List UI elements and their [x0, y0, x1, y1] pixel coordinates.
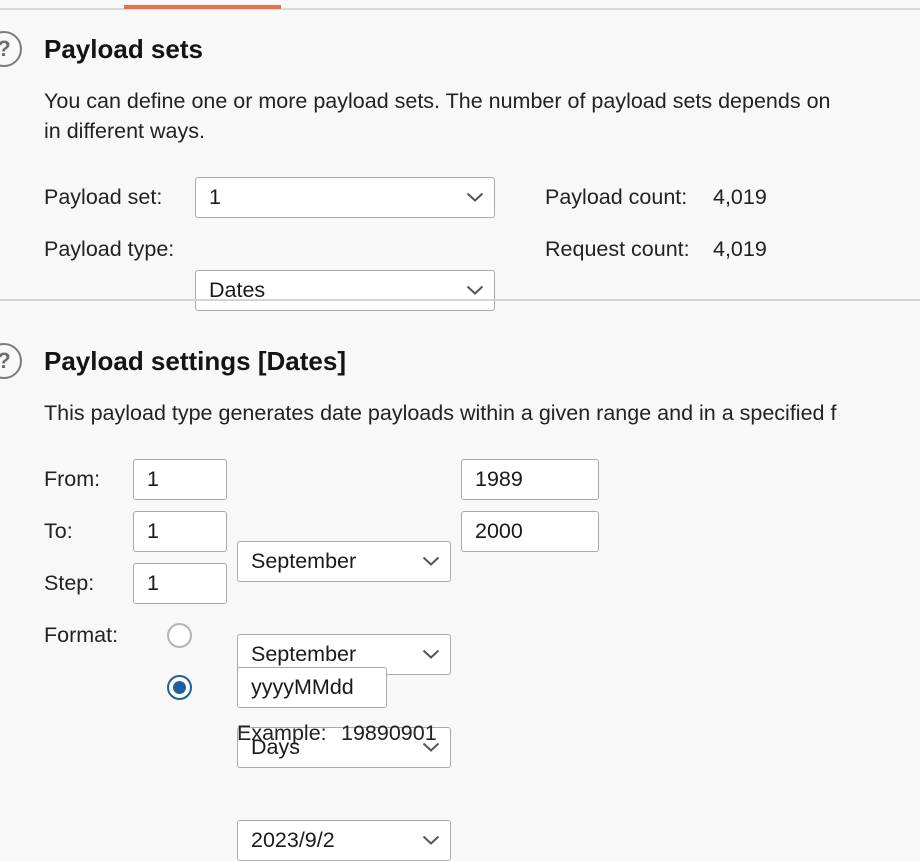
- to-day-value: 1: [147, 519, 159, 543]
- format-custom-radio[interactable]: [167, 675, 192, 700]
- to-year-value: 2000: [475, 519, 523, 543]
- from-month-dropdown[interactable]: September: [237, 541, 451, 582]
- format-custom-input[interactable]: yyyyMMdd: [237, 667, 387, 708]
- to-label: To:: [44, 519, 73, 543]
- payload-set-value: 1: [209, 185, 221, 209]
- format-preset-value: 2023/9/2: [251, 828, 335, 852]
- payload-type-dropdown[interactable]: Dates: [195, 270, 495, 311]
- chevron-down-icon: [422, 835, 440, 845]
- to-day-input[interactable]: 1: [133, 511, 227, 552]
- payload-count-value: 4,019: [713, 185, 767, 209]
- from-month-value: September: [251, 549, 357, 573]
- help-icon[interactable]: ?: [0, 31, 22, 67]
- payload-settings-title: Payload settings [Dates]: [44, 346, 346, 376]
- payload-sets-description-line1: You can define one or more payload sets.…: [44, 89, 831, 113]
- example-label: Example:: [237, 721, 327, 745]
- from-label: From:: [44, 467, 101, 491]
- step-value: 1: [147, 571, 159, 595]
- payload-set-label: Payload set:: [44, 185, 163, 209]
- payload-set-dropdown[interactable]: 1: [195, 177, 495, 218]
- example-value: 19890901: [341, 721, 437, 745]
- to-month-value: September: [251, 642, 357, 666]
- from-year-value: 1989: [475, 467, 523, 491]
- payload-sets-title: Payload sets: [44, 34, 203, 64]
- format-custom-value: yyyyMMdd: [251, 675, 354, 699]
- from-day-value: 1: [147, 467, 159, 491]
- format-preset-radio[interactable]: [167, 623, 192, 648]
- help-icon[interactable]: ?: [0, 343, 22, 379]
- chevron-down-icon: [422, 649, 440, 659]
- payload-sets-description-line2: in different ways.: [44, 119, 205, 143]
- from-day-input[interactable]: 1: [133, 459, 227, 500]
- payload-type-label: Payload type:: [44, 237, 175, 261]
- format-label: Format:: [44, 623, 119, 647]
- section-divider: [0, 299, 920, 301]
- chevron-down-icon: [466, 192, 484, 202]
- payload-count-label: Payload count:: [545, 185, 688, 209]
- payload-settings-description: This payload type generates date payload…: [44, 401, 837, 425]
- format-preset-dropdown[interactable]: 2023/9/2: [237, 820, 451, 861]
- chevron-down-icon: [466, 285, 484, 295]
- request-count-value: 4,019: [713, 237, 767, 261]
- step-value-input[interactable]: 1: [133, 563, 227, 604]
- request-count-label: Request count:: [545, 237, 690, 261]
- to-year-input[interactable]: 2000: [461, 511, 599, 552]
- active-tab-indicator: [124, 5, 281, 9]
- from-year-input[interactable]: 1989: [461, 459, 599, 500]
- radio-selected-dot: [173, 681, 186, 694]
- step-label: Step:: [44, 571, 95, 595]
- chevron-down-icon: [422, 556, 440, 566]
